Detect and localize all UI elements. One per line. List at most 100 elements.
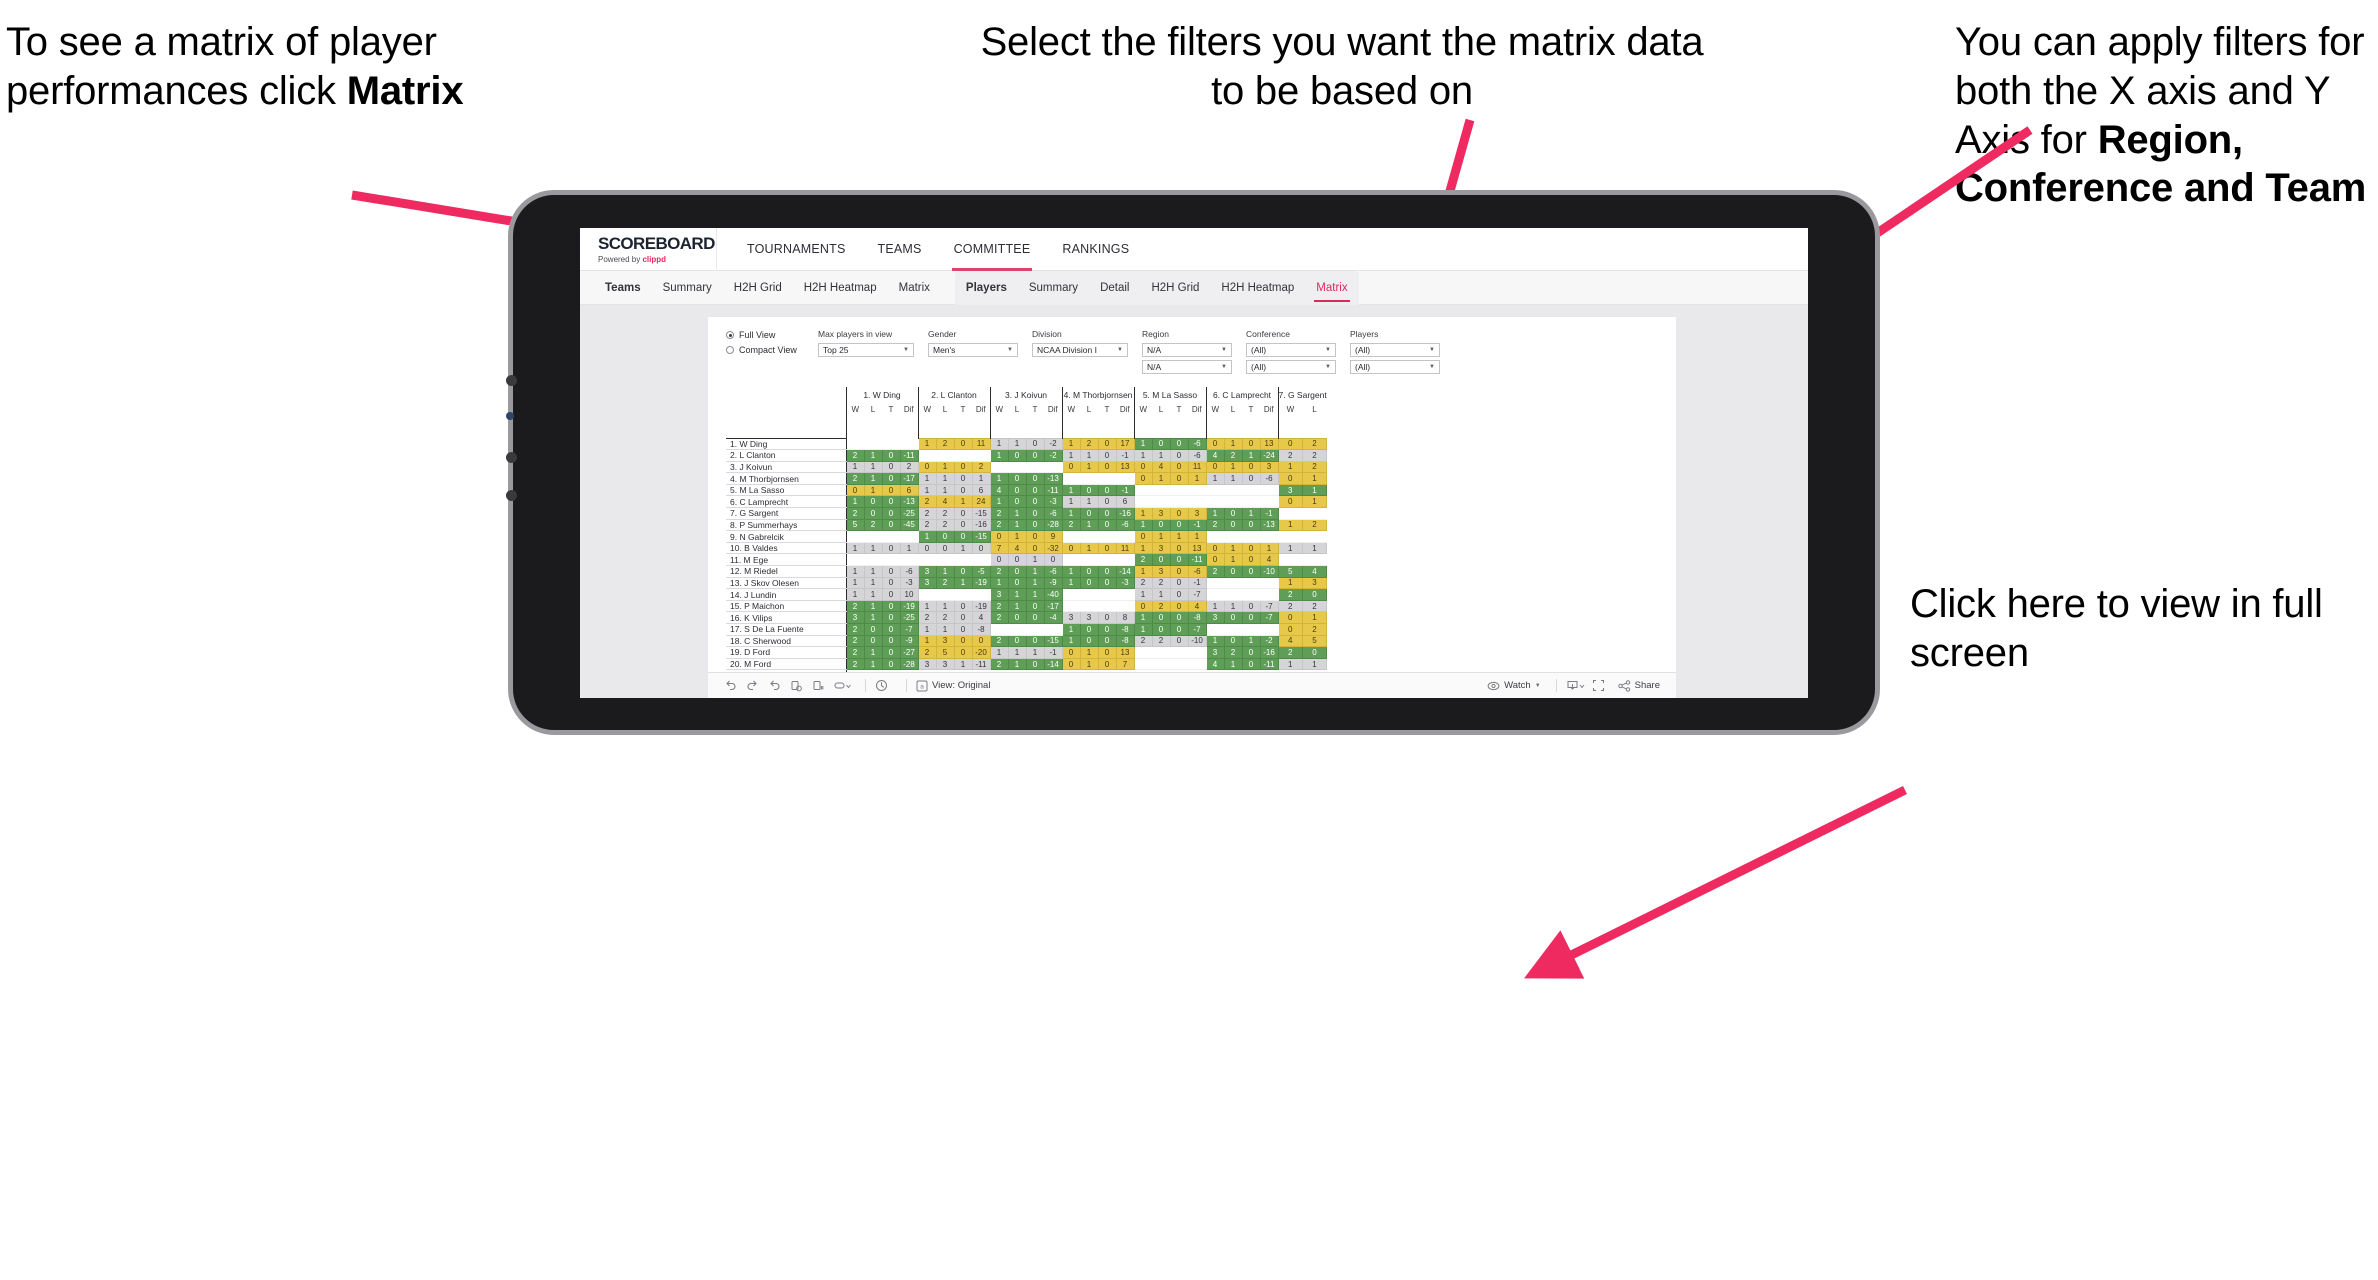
matrix-cell[interactable]: 0: [1097, 460, 1117, 474]
matrix-row[interactable]: 6. C Lamprecht 1 0 0 -13 2 4 1 24 1 0 0 -3 1 1 0 6 0 1: [726, 495, 1328, 509]
matrix-cell[interactable]: -15: [1043, 634, 1063, 648]
matrix-cell[interactable]: 1: [1205, 472, 1225, 485]
matrix-cell[interactable]: 1: [1025, 646, 1045, 659]
matrix-cell[interactable]: 11: [1115, 541, 1135, 555]
matrix-cell[interactable]: 13: [1259, 437, 1279, 451]
matrix-row[interactable]: 13. J Skov Olesen 1 1 0 -3 3 2 1 -19 1 0 1 -9 1 0 0 -3 2 2…: [726, 576, 1328, 590]
matrix-cell[interactable]: 0: [1241, 565, 1261, 578]
filter-gender-select[interactable]: Men's ▼: [928, 343, 1018, 357]
matrix-cell[interactable]: 1: [935, 472, 955, 485]
matrix-row[interactable]: 9. N Gabrelcik 1 0 0 -15 0 1 0 9 0 1 1 1: [726, 530, 1328, 543]
matrix-cell[interactable]: 0: [1205, 553, 1225, 567]
pause-icon[interactable]: [875, 679, 897, 692]
matrix-cell[interactable]: 2: [1223, 449, 1243, 462]
matrix-cell[interactable]: -9: [1043, 576, 1063, 590]
matrix-cell[interactable]: 1: [1223, 657, 1243, 671]
matrix-cell[interactable]: 0: [881, 507, 901, 520]
matrix-cell[interactable]: 0: [1151, 553, 1171, 567]
matrix-cell[interactable]: 2: [1151, 634, 1171, 648]
matrix-cell[interactable]: 0: [935, 541, 955, 555]
matrix-cell[interactable]: 0: [953, 483, 973, 497]
matrix-cell[interactable]: 1: [1241, 634, 1261, 648]
matrix-cell[interactable]: -7: [1187, 623, 1207, 636]
matrix-cell[interactable]: 0: [1151, 518, 1171, 532]
matrix-cell[interactable]: 1: [1133, 611, 1153, 624]
matrix-cell[interactable]: -25: [899, 611, 919, 624]
matrix-cell[interactable]: 1: [1079, 518, 1099, 532]
matrix-cell[interactable]: -7: [1259, 611, 1279, 624]
matrix-cell[interactable]: 0: [1151, 611, 1171, 624]
matrix-cell[interactable]: 1: [1061, 507, 1081, 520]
matrix-cell[interactable]: -1: [1115, 483, 1135, 497]
matrix-cell[interactable]: 0: [1025, 530, 1045, 543]
matrix-cell[interactable]: 11: [971, 437, 991, 451]
matrix-cell[interactable]: 1: [1223, 541, 1243, 555]
matrix-cell[interactable]: 1: [1205, 507, 1225, 520]
matrix-cell[interactable]: 0: [1169, 565, 1189, 578]
matrix-cell[interactable]: -15: [971, 530, 991, 543]
matrix-cell[interactable]: -32: [1043, 541, 1063, 555]
matrix-cell[interactable]: -17: [1043, 599, 1063, 613]
matrix-cell[interactable]: 2: [1133, 576, 1153, 590]
matrix-cell[interactable]: 1: [899, 541, 919, 555]
matrix-cell[interactable]: -7: [1259, 599, 1279, 613]
matrix-cell[interactable]: 0: [917, 541, 937, 555]
matrix-cell[interactable]: 4: [1205, 657, 1225, 671]
pause-auto-update-icon[interactable]: [812, 680, 834, 692]
matrix-cell[interactable]: 1: [1133, 541, 1153, 555]
matrix-cell[interactable]: 1: [1079, 495, 1099, 509]
matrix-cell[interactable]: 0: [881, 657, 901, 671]
matrix-cell[interactable]: 0: [1025, 437, 1045, 451]
matrix-cell[interactable]: 3: [845, 611, 865, 624]
matrix-cell[interactable]: -5: [971, 565, 991, 578]
matrix-cell[interactable]: 1: [935, 623, 955, 636]
matrix-cell[interactable]: -6: [1043, 507, 1063, 520]
matrix-cell[interactable]: 2: [845, 507, 865, 520]
matrix-cell[interactable]: 1: [863, 472, 883, 485]
matrix-cell[interactable]: 0: [881, 588, 901, 601]
topnav-committee[interactable]: COMMITTEE: [938, 228, 1047, 271]
matrix-cell[interactable]: 0: [881, 518, 901, 532]
matrix-row[interactable]: 3. J Koivun 1 1 0 2 0 1 0 2 0 1 0 13 0 4 0 11 0 1 0 3 1 2: [726, 460, 1328, 474]
matrix-cell[interactable]: 1: [863, 565, 883, 578]
matrix-cell[interactable]: 1: [1079, 541, 1099, 555]
matrix-cell[interactable]: -13: [1043, 472, 1063, 485]
matrix-cell[interactable]: 1: [1079, 460, 1099, 474]
matrix-cell[interactable]: 2: [1205, 565, 1225, 578]
matrix-cell[interactable]: 2: [845, 449, 865, 462]
matrix-cell[interactable]: 1: [1007, 599, 1027, 613]
matrix-cell[interactable]: 0: [1097, 518, 1117, 532]
matrix-cell[interactable]: 1: [1025, 588, 1045, 601]
matrix-cell[interactable]: -13: [899, 495, 919, 509]
highlight-icon[interactable]: [834, 680, 856, 692]
matrix-cell[interactable]: 1: [1241, 449, 1261, 462]
matrix-cell[interactable]: 1: [863, 646, 883, 659]
matrix-cell[interactable]: 1: [917, 530, 937, 543]
matrix-cell[interactable]: 1: [1301, 483, 1328, 497]
matrix-cell[interactable]: 1: [863, 657, 883, 671]
matrix-cell[interactable]: 4: [1187, 599, 1207, 613]
filter-conference-select-y[interactable]: (All) ▼: [1246, 360, 1336, 374]
matrix-cell[interactable]: 0: [1133, 530, 1153, 543]
matrix-cell[interactable]: -2: [1043, 449, 1063, 462]
matrix-cell[interactable]: 0: [1097, 646, 1117, 659]
matrix-cell[interactable]: 1: [989, 646, 1009, 659]
matrix-cell[interactable]: 1: [863, 541, 883, 555]
matrix-cell[interactable]: 1: [1025, 576, 1045, 590]
matrix-row[interactable]: 16. K Vilips 3 1 0 -25 2 2 0 4 2 0 0 -4 3 3 0 8 1 0 0 -8 3 0 0-…: [726, 611, 1328, 624]
matrix-cell[interactable]: 6: [899, 483, 919, 497]
matrix-cell[interactable]: 1: [1277, 518, 1303, 532]
matrix-cell[interactable]: 2: [1205, 518, 1225, 532]
matrix-cell[interactable]: 2: [1277, 588, 1303, 601]
matrix-cell[interactable]: 0: [881, 634, 901, 648]
matrix-cell[interactable]: 0: [1097, 565, 1117, 578]
matrix-cell[interactable]: 3: [1061, 611, 1081, 624]
matrix-cell[interactable]: 0: [881, 565, 901, 578]
matrix-cell[interactable]: 1: [935, 599, 955, 613]
matrix-cell[interactable]: 0: [1025, 518, 1045, 532]
matrix-cell[interactable]: 0: [953, 623, 973, 636]
matrix-cell[interactable]: 1: [863, 611, 883, 624]
matrix-cell[interactable]: 1: [1061, 634, 1081, 648]
matrix-cell[interactable]: 1: [989, 472, 1009, 485]
matrix-cell[interactable]: 4: [971, 611, 991, 624]
